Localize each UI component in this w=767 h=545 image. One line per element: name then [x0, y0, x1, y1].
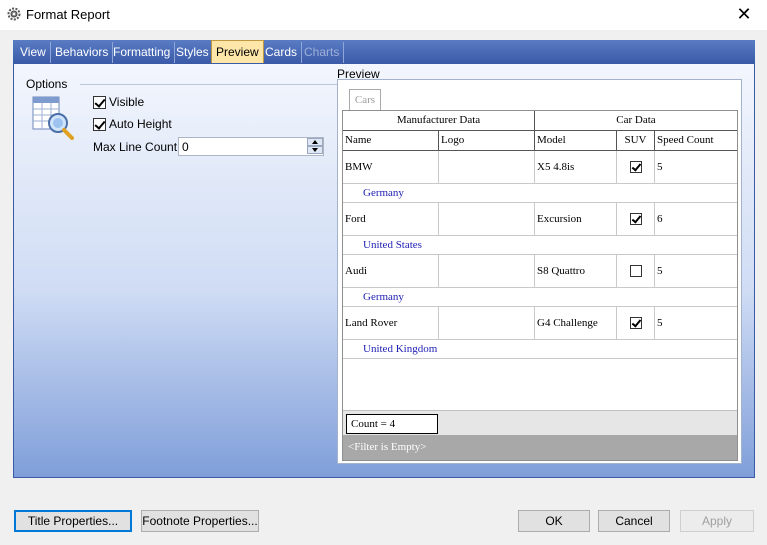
options-group-title: Options — [26, 77, 68, 91]
cell-logo — [439, 307, 535, 340]
country-preview-row: United Kingdom — [343, 340, 737, 359]
cell-name: Land Rover — [343, 307, 439, 340]
table-row[interactable]: Audi S8 Quattro 5 — [343, 255, 737, 288]
band-header-car-data[interactable]: Car Data — [535, 111, 737, 131]
max-line-count-value[interactable]: 0 — [182, 140, 189, 154]
cell-name: Audi — [343, 255, 439, 288]
country-preview-row: Germany — [343, 184, 737, 203]
country-text: Germany — [363, 291, 404, 303]
close-button[interactable]: ✕ — [721, 0, 767, 30]
visible-label: Visible — [109, 95, 145, 109]
tab-strip: View Behaviors Formatting Styles Preview… — [13, 40, 755, 63]
tab-view[interactable]: View — [16, 42, 51, 63]
country-preview-row: United States — [343, 236, 737, 255]
column-header-logo[interactable]: Logo — [439, 131, 535, 151]
visible-check-mark[interactable] — [93, 95, 106, 109]
close-icon: ✕ — [736, 4, 752, 24]
tab-charts[interactable]: Charts — [300, 42, 345, 63]
summary-footer: Count = 4 — [343, 410, 737, 435]
cell-model: S8 Quattro — [535, 255, 617, 288]
cell-speed-count: 5 — [657, 265, 663, 277]
cell-model: G4 Challenge — [535, 307, 617, 340]
stepper-down-icon[interactable] — [307, 146, 323, 154]
cell-logo — [439, 203, 535, 236]
country-preview-row: Germany — [343, 288, 737, 307]
tab-behaviors[interactable]: Behaviors — [51, 42, 114, 63]
auto-height-checkbox[interactable]: Auto Height — [93, 116, 172, 132]
column-header-row: Name Logo Model SUV Speed Count — [343, 131, 737, 151]
column-header-name[interactable]: Name — [343, 131, 439, 151]
band-header-manufacturer[interactable]: Manufacturer Data — [343, 111, 535, 131]
column-header-speed-count[interactable]: Speed Count — [655, 131, 737, 151]
tab-cards[interactable]: Cards — [261, 42, 303, 63]
suv-checkbox[interactable] — [630, 317, 642, 329]
table-row[interactable]: Ford Excursion 6 — [343, 203, 737, 236]
stepper-up-icon[interactable] — [307, 138, 323, 146]
country-text: United Kingdom — [363, 343, 438, 355]
country-text: Germany — [363, 187, 404, 199]
preview-frame: Cars Manufacturer Data Car Data Name Log… — [337, 79, 742, 464]
ok-button[interactable]: OK — [518, 510, 590, 532]
cell-logo — [439, 151, 535, 184]
gear-icon — [7, 7, 21, 21]
table-row[interactable]: Land Rover G4 Challenge 5 — [343, 307, 737, 340]
dialog-body: View Behaviors Formatting Styles Preview… — [0, 30, 767, 545]
tab-formatting[interactable]: Formatting — [109, 42, 176, 63]
preview-grid: Manufacturer Data Car Data Name Logo Mod… — [342, 110, 738, 461]
tab-styles[interactable]: Styles — [172, 42, 214, 63]
window-title: Format Report — [26, 7, 110, 22]
max-line-count-label: Max Line Count: — [93, 140, 181, 154]
band-header-row: Manufacturer Data Car Data — [343, 111, 737, 131]
auto-height-check-mark[interactable] — [93, 117, 106, 131]
cell-speed-count: 5 — [657, 161, 663, 173]
filter-panel[interactable]: <Filter is Empty> — [343, 435, 737, 460]
tab-preview[interactable]: Preview — [211, 40, 264, 63]
cancel-button[interactable]: Cancel — [598, 510, 670, 532]
apply-button[interactable]: Apply — [680, 510, 754, 532]
auto-height-label: Auto Height — [109, 117, 172, 131]
cell-speed-count: 6 — [657, 213, 663, 225]
visible-checkbox[interactable]: Visible — [93, 94, 144, 110]
title-bar: Format Report ✕ — [0, 0, 767, 30]
column-header-model[interactable]: Model — [535, 131, 617, 151]
cell-logo — [439, 255, 535, 288]
max-line-count-stepper[interactable]: 0 — [178, 137, 324, 156]
suv-checkbox[interactable] — [630, 161, 642, 173]
table-row[interactable]: BMW X5 4.8is 5 — [343, 151, 737, 184]
suv-checkbox[interactable] — [630, 265, 642, 277]
preview-tab-panel: Options Visible Auto Height Max Line Cou… — [13, 63, 755, 478]
grid-tab-cars[interactable]: Cars — [349, 89, 381, 110]
stepper-buttons — [307, 138, 323, 155]
cell-model: Excursion — [535, 203, 617, 236]
options-divider — [80, 84, 342, 85]
cell-name: BMW — [343, 151, 439, 184]
column-header-suv[interactable]: SUV — [617, 131, 655, 151]
report-table-magnifier-icon — [32, 96, 74, 140]
suv-checkbox[interactable] — [630, 213, 642, 225]
title-properties-button[interactable]: Title Properties... — [14, 510, 132, 532]
cell-model: X5 4.8is — [535, 151, 617, 184]
footnote-properties-button[interactable]: Footnote Properties... — [141, 510, 259, 532]
cell-speed-count: 5 — [657, 317, 663, 329]
count-summary: Count = 4 — [346, 414, 438, 434]
cell-name: Ford — [343, 203, 439, 236]
country-text: United States — [363, 239, 422, 251]
